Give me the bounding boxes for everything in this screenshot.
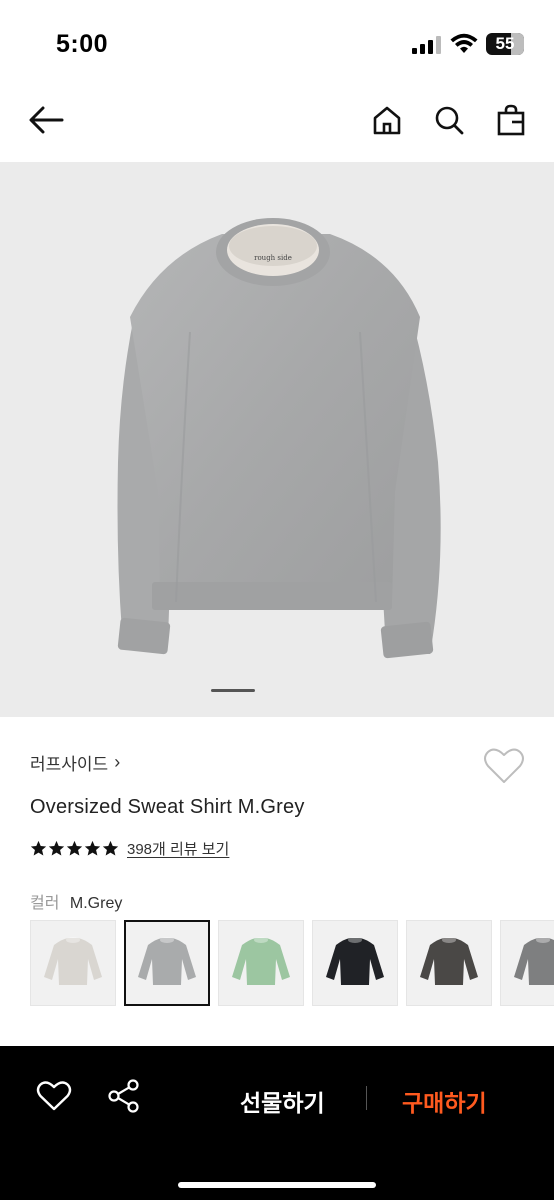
- brand-link[interactable]: 러프사이드 ›: [30, 750, 120, 775]
- wifi-icon: [450, 33, 478, 53]
- product-name: Oversized Sweat Shirt M.Grey: [30, 796, 305, 818]
- sweatshirt-thumbnail: [44, 937, 102, 985]
- search-icon[interactable]: [429, 100, 469, 140]
- sweatshirt-thumbnail: [514, 937, 554, 985]
- color-swatch-black[interactable]: [312, 920, 398, 1006]
- color-swatch-list: [30, 920, 554, 1006]
- divider: [366, 1086, 367, 1110]
- back-arrow-icon[interactable]: [26, 100, 66, 140]
- color-swatch-m-grey[interactable]: [124, 920, 210, 1006]
- chevron-right-icon: ›: [114, 752, 121, 772]
- product-image[interactable]: rough side: [0, 162, 554, 717]
- review-link[interactable]: 398개 리뷰 보기: [127, 838, 229, 859]
- color-swatch-charcoal[interactable]: [406, 920, 492, 1006]
- heart-icon[interactable]: [483, 746, 525, 786]
- bottom-action-bar: 선물하기 구매하기: [0, 1046, 554, 1200]
- status-time: 5:00: [56, 30, 109, 58]
- home-indicator: [178, 1182, 376, 1188]
- star-icon: [48, 840, 65, 856]
- sweatshirt-thumbnail: [420, 937, 478, 985]
- battery-icon: 55: [486, 33, 524, 55]
- sweatshirt-thumbnail: [138, 937, 196, 985]
- battery-level: 55: [495, 34, 515, 53]
- color-label: 컬러: [30, 895, 60, 912]
- star-icon: [84, 840, 101, 856]
- star-icon: [30, 840, 47, 856]
- neck-label: rough side: [254, 254, 292, 262]
- sweatshirt-thumbnail: [326, 937, 384, 985]
- home-icon[interactable]: [367, 100, 407, 140]
- signal-icon: [412, 36, 441, 54]
- color-swatch-grey-partial[interactable]: [500, 920, 554, 1006]
- rating-row: 398개 리뷰 보기: [30, 838, 229, 859]
- brand-name: 러프사이드: [30, 755, 109, 774]
- gift-button[interactable]: 선물하기: [240, 1084, 325, 1118]
- color-row: 컬러 M.Grey: [30, 889, 122, 913]
- color-swatch-green[interactable]: [218, 920, 304, 1006]
- sweatshirt-photo: rough side: [117, 218, 441, 659]
- color-swatch-oatmeal[interactable]: [30, 920, 116, 1006]
- status-bar: 5:00 55: [0, 0, 554, 88]
- sweatshirt-thumbnail: [232, 937, 290, 985]
- star-icon: [66, 840, 83, 856]
- shopping-bag-icon[interactable]: [491, 100, 531, 140]
- star-icon: [102, 840, 119, 856]
- image-pager-indicator: [211, 689, 255, 692]
- top-nav-bar: [0, 88, 554, 162]
- heart-icon[interactable]: [36, 1080, 72, 1112]
- buy-button[interactable]: 구매하기: [402, 1084, 487, 1118]
- color-value: M.Grey: [69, 895, 123, 912]
- share-icon[interactable]: [106, 1078, 142, 1114]
- rating-stars: [30, 840, 119, 857]
